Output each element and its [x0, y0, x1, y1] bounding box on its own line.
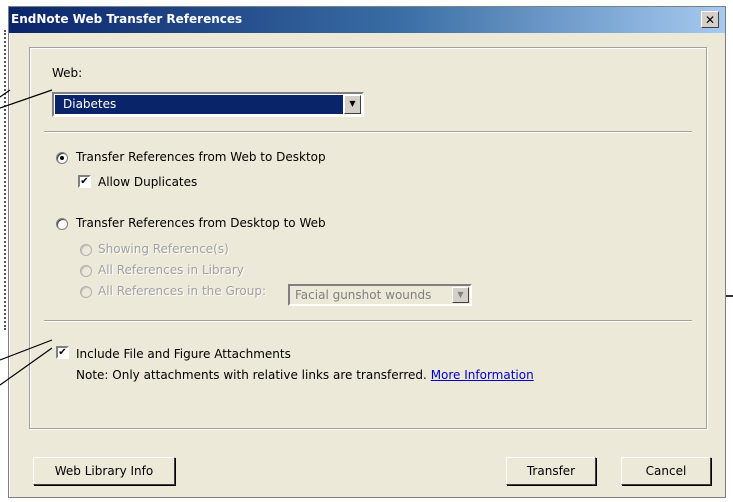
callout-line-attachments [0, 339, 53, 386]
callout-pointers [0, 89, 53, 386]
callout-line-web [0, 89, 53, 109]
